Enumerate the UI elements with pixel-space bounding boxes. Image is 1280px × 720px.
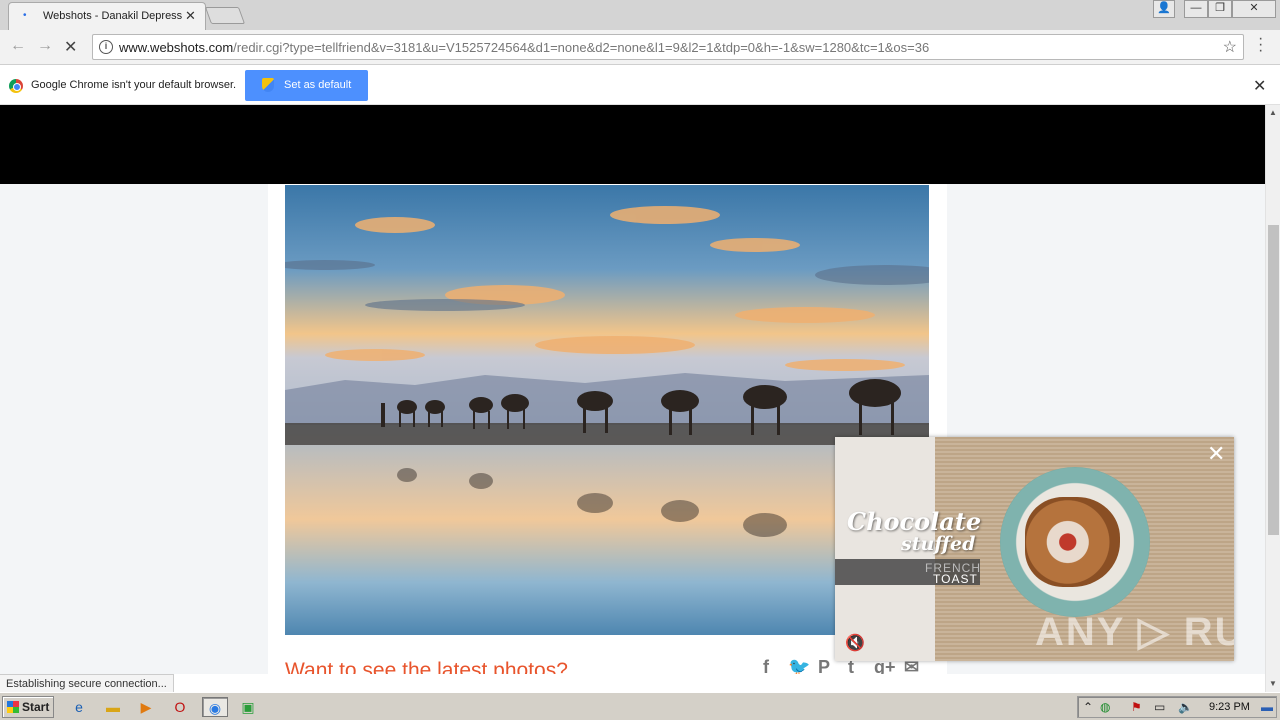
display-icon[interactable]: ▭ [1154,700,1165,714]
ad-subtitle-line2: TOAST [933,572,978,586]
stop-loading-button[interactable]: ✕ [64,37,77,57]
network-globe-icon[interactable]: ◍ [1100,700,1110,714]
system-tray: ⌃ ◍ ⚑ ▭ 🔈 9:23 PM ▬ [1077,696,1277,718]
status-bubble: Establishing secure connection... [0,674,174,692]
tab-webshots[interactable]: • Webshots - Danakil Depress ✕ [8,2,206,30]
scroll-down-arrow-icon[interactable]: ▼ [1269,679,1277,688]
toolbar: ← → ✕ i www.webshots.com/redir.cgi?type=… [0,30,1280,65]
chrome-menu-icon[interactable]: · · · [1258,31,1263,59]
set-as-default-button[interactable]: Set as default [245,70,368,101]
header-banner [0,105,1265,184]
forward-button[interactable]: → [37,37,53,55]
mute-icon[interactable]: 🔇 [845,633,865,653]
security-flag-icon[interactable]: ⚑ [1131,700,1142,714]
anyrun-watermark: ANY ▷ RUN [1035,610,1234,654]
info-icon[interactable]: i [99,40,113,54]
profile-button[interactable]: 👤 [1153,0,1175,18]
windows-taskbar: Start e ▬ ▶ O ◉ ▣ ⌃ ◍ ⚑ ▭ 🔈 9:23 PM ▬ [0,692,1280,720]
volume-icon[interactable]: 🔈 [1178,700,1193,714]
video-ad-overlay[interactable]: Chocolate stuffed FRENCH TOAST ✕ 🔇 ANY ▷… [835,437,1234,661]
facebook-icon[interactable]: f [763,657,769,674]
page-scrollbar[interactable]: ▲ ▼ [1265,105,1280,692]
twitter-icon[interactable]: 🐦 [788,657,810,674]
show-desktop-icon[interactable]: ▬ [1261,700,1273,714]
infobar-close-icon[interactable]: ✕ [1253,76,1266,96]
set-as-default-label: Set as default [284,79,352,91]
default-browser-infobar: Google Chrome isn't your default browser… [0,66,1280,105]
ad-toast-image [1025,497,1120,587]
ad-close-icon[interactable]: ✕ [1207,441,1225,467]
loading-favicon-icon: • [23,10,27,21]
shield-icon [262,78,274,92]
app-taskbar-icon[interactable]: ▣ [238,697,258,717]
media-player-icon[interactable]: ▶ [136,697,156,717]
address-bar[interactable]: i www.webshots.com/redir.cgi?type=tellfr… [92,34,1244,60]
infobar-message: Google Chrome isn't your default browser… [31,79,237,91]
windows-flag-icon [7,701,19,713]
chrome-taskbar-icon[interactable]: ◉ [202,697,228,717]
opera-icon[interactable]: O [170,697,190,717]
url-path: /redir.cgi?type=tellfriend&v=3181&u=V152… [233,40,930,55]
chrome-logo-icon [9,79,23,93]
folder-icon[interactable]: ▬ [103,697,123,717]
start-button[interactable]: Start [2,696,54,718]
url-host: www.webshots.com [119,40,234,55]
new-tab-button[interactable] [204,7,246,24]
pinterest-icon[interactable]: P [818,657,830,674]
scrollbar-thumb[interactable] [1268,225,1279,535]
scroll-up-arrow-icon[interactable]: ▲ [1269,108,1277,117]
ad-title-line2: stuffed [901,533,976,555]
minimize-button[interactable]: — [1184,0,1208,18]
start-label: Start [22,700,50,714]
back-button[interactable]: ← [10,37,26,55]
danakil-photo[interactable] [285,185,929,635]
taskbar-clock[interactable]: 9:23 PM [1209,701,1250,713]
bookmark-star-icon[interactable]: ☆ [1223,37,1237,57]
tray-expand-icon[interactable]: ⌃ [1083,700,1093,714]
tab-title: Webshots - Danakil Depress [43,10,183,22]
internet-explorer-icon[interactable]: e [69,697,89,717]
tab-close-icon[interactable]: ✕ [185,8,196,24]
url-text[interactable]: www.webshots.com/redir.cgi?type=tellfrie… [119,40,929,55]
close-window-button[interactable]: ✕ [1232,0,1276,18]
tab-strip: • Webshots - Danakil Depress ✕ 👤 — ❐ ✕ [0,0,1280,30]
restore-button[interactable]: ❐ [1208,0,1232,18]
latest-photos-heading[interactable]: Want to see the latest photos? [285,659,568,674]
ad-title-line1: Chocolate [847,507,982,536]
